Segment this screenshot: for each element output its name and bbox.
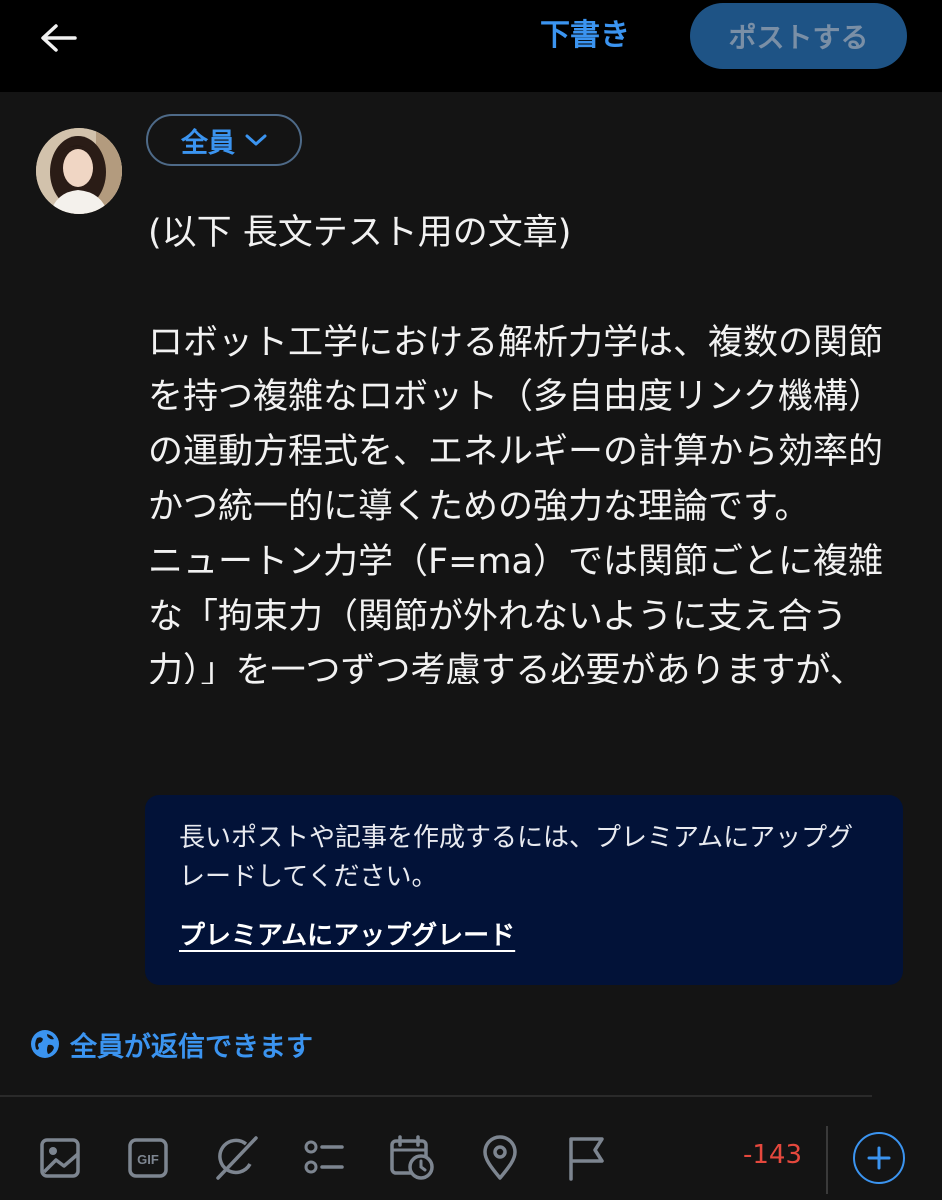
plus-icon	[867, 1146, 891, 1170]
audience-selector[interactable]: 全員	[146, 114, 302, 166]
upgrade-banner: 長いポストや記事を作成するには、プレミアムにアップグレードしてください。 プレミ…	[145, 795, 903, 985]
reply-setting-button[interactable]: 全員が返信できます	[30, 1024, 313, 1064]
arrow-left-icon	[41, 24, 77, 52]
schedule-icon	[390, 1135, 434, 1180]
top-bar: 下書き ポストする	[0, 0, 942, 92]
poll-icon	[304, 1140, 344, 1174]
add-post-button[interactable]	[853, 1132, 905, 1184]
post-button[interactable]: ポストする	[690, 3, 907, 69]
grok-button[interactable]	[212, 1134, 260, 1182]
post-text-area[interactable]: (以下 長文テスト用の文章) ロボット工学における解析力学は、複数の関節を持つ複…	[148, 206, 893, 684]
add-gif-button[interactable]: GIF	[124, 1134, 172, 1182]
globe-icon	[31, 1030, 59, 1058]
drafts-button[interactable]: 下書き	[540, 14, 630, 58]
upgrade-message: 長いポストや記事を作成するには、プレミアムにアップグレードしてください。	[179, 823, 854, 892]
post-text-heading: (以下 長文テスト用の文章)	[148, 213, 572, 253]
toolbar-divider	[0, 1095, 872, 1097]
add-poll-button[interactable]	[300, 1134, 348, 1182]
avatar	[36, 128, 122, 214]
gif-icon: GIF	[128, 1138, 168, 1178]
svg-text:GIF: GIF	[137, 1152, 159, 1167]
audience-label: 全員	[181, 127, 235, 159]
add-image-button[interactable]	[36, 1134, 84, 1182]
toolbar-separator	[826, 1126, 828, 1194]
back-button[interactable]	[36, 16, 80, 60]
chevron-down-icon	[245, 134, 267, 146]
image-icon	[40, 1138, 80, 1178]
schedule-button[interactable]	[388, 1134, 436, 1182]
post-text-body: ロボット工学における解析力学は、複数の関節を持つ複雑なロボット（多自由度リンク機…	[148, 322, 884, 684]
flag-button[interactable]	[562, 1134, 610, 1182]
flag-icon	[569, 1137, 604, 1181]
location-icon	[483, 1135, 517, 1180]
reply-setting-label: 全員が返信できます	[70, 1031, 313, 1063]
character-count: -143	[742, 1140, 802, 1170]
grok-icon	[216, 1136, 258, 1180]
add-location-button[interactable]	[476, 1134, 524, 1182]
upgrade-link[interactable]: プレミアムにアップグレード	[179, 915, 515, 952]
